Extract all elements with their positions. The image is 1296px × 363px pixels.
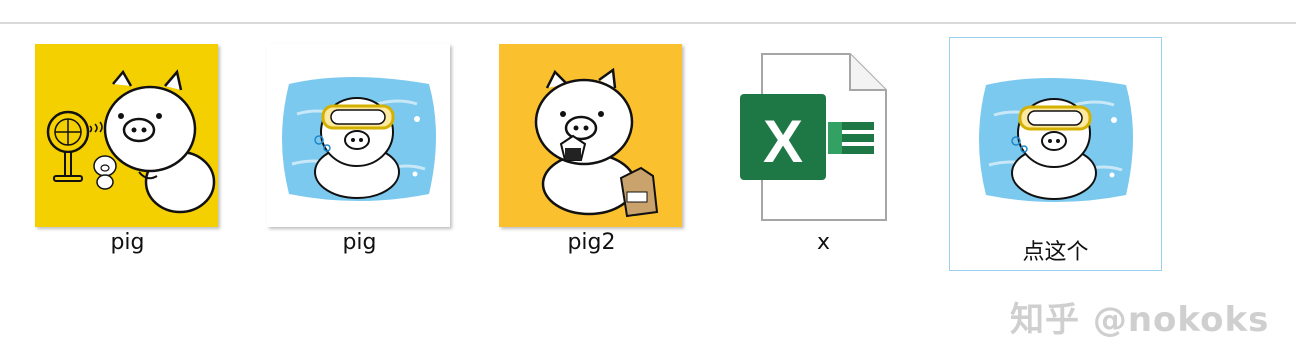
watermark: 知乎 @nokoks xyxy=(1010,300,1270,340)
file-name-label: x xyxy=(816,230,831,255)
file-name-label: pig2 xyxy=(567,230,616,255)
file-item-pig[interactable]: pig xyxy=(20,34,235,270)
file-thumbnail xyxy=(35,44,218,227)
file-thumbnail xyxy=(964,45,1147,228)
top-divider xyxy=(0,22,1296,24)
file-item-x[interactable]: X x xyxy=(716,34,931,270)
file-name-label: pig xyxy=(110,230,145,255)
pig-snorkel-illustration xyxy=(979,78,1133,202)
pig-fan-illustration xyxy=(46,69,216,214)
excel-file-icon: X xyxy=(740,53,887,221)
excel-badge-letter: X xyxy=(763,108,803,175)
pig-riceball-illustration xyxy=(534,67,659,218)
pig-snorkel-illustration xyxy=(282,77,436,201)
file-thumbnail xyxy=(267,44,450,227)
file-item-pig[interactable]: pig xyxy=(252,34,467,270)
file-item-pig2[interactable]: pig2 xyxy=(484,34,699,270)
file-thumbnail xyxy=(499,44,682,227)
file-item-selected[interactable]: 点这个 xyxy=(949,37,1162,271)
file-name-label: 点这个 xyxy=(1022,240,1089,265)
file-name-label: pig xyxy=(342,230,377,255)
